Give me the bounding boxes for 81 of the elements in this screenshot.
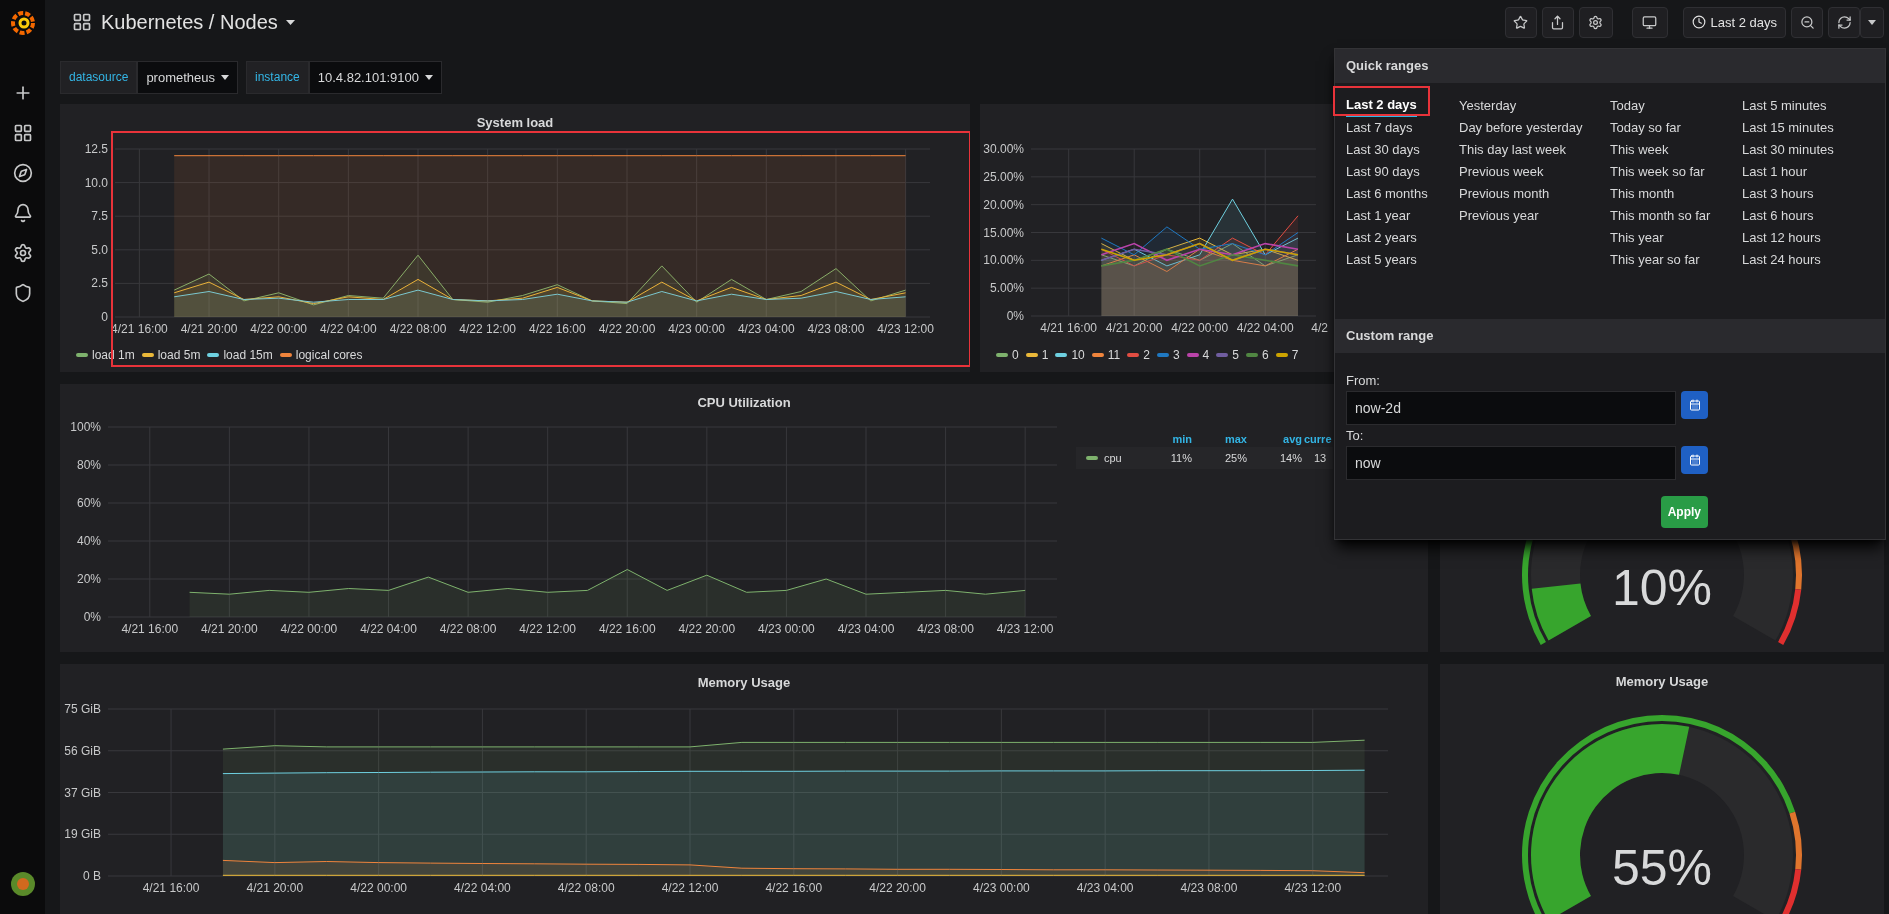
legend-value: 25%: [1223, 450, 1247, 466]
axis-tick-label: 2.5: [91, 276, 108, 291]
axis-tick-label: 4/22 08:00: [557, 881, 615, 895]
legend-label: cpu: [1104, 450, 1122, 466]
axis-tick-label: 4/21 16:00: [1040, 321, 1098, 335]
axis-tick-label: 4/22 16:00: [765, 881, 823, 895]
axis-tick-label: 4/22 12:00: [459, 322, 517, 336]
axis-tick-label: 4/22 20:00: [598, 322, 656, 336]
axis-tick-label: 4/22 12:00: [519, 622, 577, 636]
axis-tick-label: 4/22 16:00: [528, 322, 586, 336]
section-title: Custom range: [1346, 327, 1434, 346]
axis-tick-label: 4/22 04:00: [360, 622, 417, 636]
axis-tick-label: 0%: [83, 610, 101, 624]
axis-tick-label: 4/22 04:00: [320, 322, 377, 336]
axis-tick-label: 4/23 04:00: [737, 322, 795, 336]
axis-tick-label: 4/22 08:00: [389, 322, 447, 336]
axis-tick-label: 75 GiB: [64, 702, 101, 716]
axis-tick-label: 4/23 00:00: [973, 881, 1030, 895]
axis-tick-label: 0%: [1006, 309, 1024, 323]
axis-tick-label: 15.00%: [983, 225, 1024, 240]
axis-tick-label: 4/21 20:00: [246, 881, 304, 895]
axis-tick-label: 4/2: [1311, 321, 1328, 335]
axis-tick-label: 30.00%: [983, 142, 1024, 156]
panel-title: Memory Usage: [697, 676, 791, 689]
axis-tick-label: 4/22 12:00: [661, 881, 719, 895]
axis-tick-label: 4/22 20:00: [678, 622, 736, 636]
axis-tick-label: 4/23 08:00: [917, 622, 974, 636]
panel-title: CPU Utilization: [697, 396, 791, 409]
axis-tick-label: 4/23 08:00: [807, 322, 865, 336]
axis-tick-label: 4/21 20:00: [180, 322, 238, 336]
gauge-value: 10%: [1611, 560, 1713, 616]
axis-tick-label: 10.0: [84, 175, 108, 190]
axis-tick-label: 4/22 00:00: [1171, 321, 1229, 335]
axis-tick-label: 60%: [76, 496, 101, 510]
axis-tick-label: 4/22 20:00: [869, 881, 926, 895]
axis-tick-label: 0: [101, 310, 108, 324]
axis-tick-label: 4/21 20:00: [1105, 321, 1163, 335]
gauge-value: 55%: [1611, 840, 1713, 896]
axis-tick-label: 4/23 12:00: [996, 622, 1054, 636]
axis-tick-label: 4/22 00:00: [350, 881, 407, 895]
panel-title: System load: [476, 116, 554, 129]
panel-title: Memory Usage: [1615, 673, 1709, 691]
axis-tick-label: 4/23 00:00: [758, 622, 815, 636]
axis-tick-label: 4/22 08:00: [439, 622, 497, 636]
axis-tick-label: 4/23 12:00: [1284, 881, 1342, 895]
axis-tick-label: 4/21 16:00: [142, 881, 200, 895]
axis-tick-label: 80%: [76, 458, 101, 472]
axis-tick-label: 4/22 00:00: [250, 322, 308, 336]
axis-tick-label: 4/21 20:00: [201, 622, 258, 636]
axis-tick-label: 56 GiB: [64, 743, 101, 758]
axis-tick-label: 4/22 04:00: [1236, 321, 1294, 335]
axis-tick-label: 4/22 00:00: [280, 622, 338, 636]
axis-tick-label: 0 B: [83, 869, 101, 883]
axis-tick-label: 40%: [76, 534, 101, 548]
axis-tick-label: 4/22 04:00: [454, 881, 511, 895]
section-title: Quick ranges: [1346, 57, 1429, 76]
axis-tick-label: 37 GiB: [64, 785, 101, 800]
field-label: From:: [1346, 372, 1381, 390]
axis-tick-label: 25.00%: [983, 169, 1024, 184]
axis-tick-label: 5.00%: [989, 281, 1024, 296]
axis-tick-label: 20%: [76, 572, 101, 586]
field-label: To:: [1346, 427, 1365, 445]
axis-tick-label: 4/22 16:00: [598, 622, 656, 636]
axis-tick-label: 4/23 04:00: [1076, 881, 1134, 895]
axis-tick-label: 100%: [70, 420, 101, 434]
variable-label: datasource: [60, 60, 138, 94]
variable-label: instance: [246, 60, 309, 94]
axis-tick-label: 7.5: [91, 209, 108, 224]
axis-tick-label: 4/21 16:00: [121, 622, 179, 636]
axis-tick-label: 19 GiB: [64, 827, 101, 842]
axis-tick-label: 12.5: [84, 142, 108, 156]
axis-tick-label: 5.0: [91, 242, 108, 257]
axis-tick-label: 4/23 12:00: [877, 322, 934, 336]
axis-tick-label: 20.00%: [983, 197, 1024, 212]
axis-tick-label: 10.00%: [983, 253, 1024, 268]
axis-tick-label: 4/23 08:00: [1180, 881, 1238, 895]
legend-value: 13: [1313, 450, 1328, 466]
legend-value: 11%: [1169, 450, 1192, 466]
axis-tick-label: 4/23 04:00: [837, 622, 895, 636]
axis-tick-label: 4/23 00:00: [668, 322, 725, 336]
legend-value: 14%: [1278, 450, 1302, 466]
